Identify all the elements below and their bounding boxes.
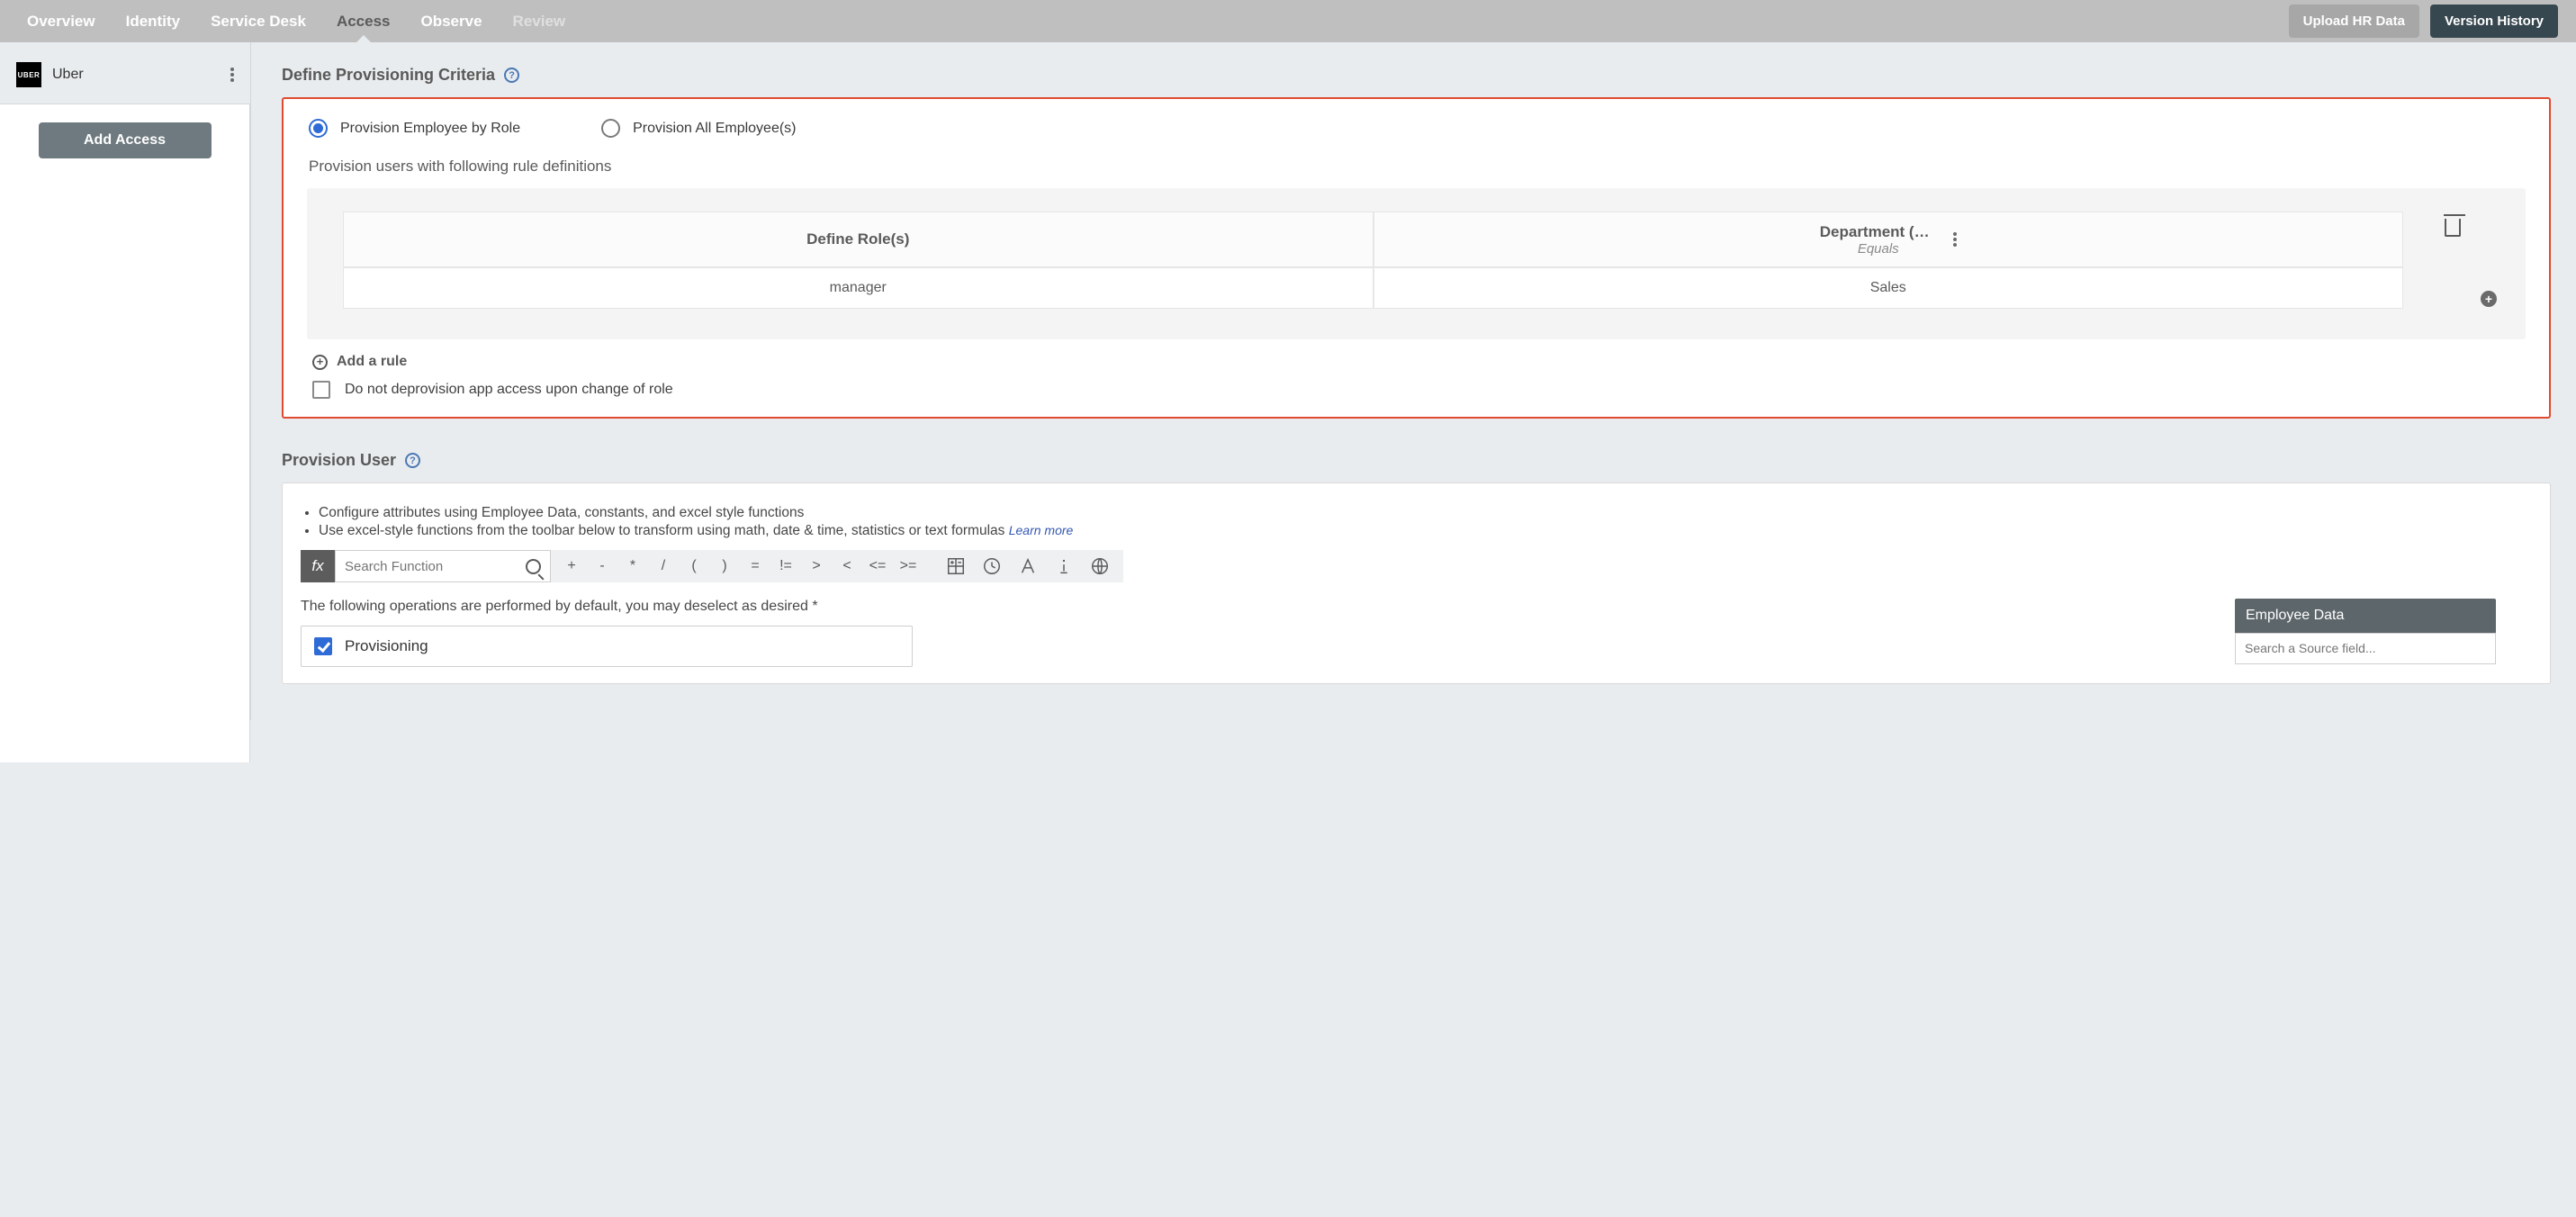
tab-review[interactable]: Review: [504, 2, 575, 41]
function-search[interactable]: [335, 550, 551, 582]
text-icon[interactable]: [1010, 550, 1046, 582]
globe-icon[interactable]: [1082, 550, 1118, 582]
add-column-icon[interactable]: +: [2481, 291, 2497, 307]
criteria-panel: Provision Employee by Role Provision All…: [282, 97, 2551, 419]
op-lparen[interactable]: (: [679, 550, 709, 582]
operations-description: The following operations are performed b…: [301, 599, 2532, 615]
bullet-2: Use excel-style functions from the toolb…: [319, 523, 2532, 539]
employee-data-search[interactable]: [2235, 633, 2496, 664]
role-value-cell[interactable]: manager: [343, 267, 1374, 309]
radio-all-employees-label: Provision All Employee(s): [633, 121, 796, 137]
top-buttons: Upload HR Data Version History: [2289, 5, 2558, 38]
tab-overview[interactable]: Overview: [18, 2, 104, 41]
function-toolbar: fx + - * / ( ) = != >: [301, 550, 2532, 582]
add-rule-label: Add a rule: [337, 354, 407, 370]
org-block: UBER Uber: [0, 62, 250, 104]
provisioning-label: Provisioning: [345, 637, 428, 655]
employee-data-search-input[interactable]: [2245, 641, 2486, 655]
delete-rule-icon[interactable]: [2445, 219, 2461, 237]
op-neq[interactable]: !=: [770, 550, 801, 582]
add-rule-plus-icon: +: [312, 355, 328, 370]
rule-col-roles: Define Role(s) manager: [343, 212, 1374, 309]
department-value-cell[interactable]: Sales: [1374, 267, 2404, 309]
no-deprovision-label: Do not deprovision app access upon chang…: [345, 382, 673, 398]
criteria-heading: Define Provisioning Criteria ?: [282, 66, 2551, 85]
no-deprovision-checkbox[interactable]: [312, 381, 330, 399]
upload-hr-data-button[interactable]: Upload HR Data: [2289, 5, 2419, 38]
radio-all-employees[interactable]: Provision All Employee(s): [601, 119, 796, 138]
criteria-heading-text: Define Provisioning Criteria: [282, 66, 495, 85]
op-plus[interactable]: +: [556, 550, 587, 582]
op-minus[interactable]: -: [587, 550, 617, 582]
sidebar-body: Add Access: [0, 104, 250, 762]
rule-table: Define Role(s) manager Department (de… E…: [343, 212, 2403, 309]
learn-more-link[interactable]: Learn more: [1009, 523, 1074, 537]
calc-icon[interactable]: [938, 550, 974, 582]
radio-by-role[interactable]: Provision Employee by Role: [309, 119, 520, 138]
op-divide[interactable]: /: [648, 550, 679, 582]
employee-data-header: Employee Data: [2235, 599, 2496, 633]
provisioning-checkbox[interactable]: [314, 637, 332, 655]
provision-user-heading-text: Provision User: [282, 451, 396, 470]
sidebar: UBER Uber Add Access: [0, 42, 250, 720]
bullet-2-text: Use excel-style functions from the toolb…: [319, 523, 1004, 538]
version-history-button[interactable]: Version History: [2430, 5, 2558, 38]
rule-intro-text: Provision users with following rule defi…: [309, 158, 2531, 176]
top-nav-bar: Overview Identity Service Desk Access Ob…: [0, 0, 2576, 42]
radio-all-employees-icon: [601, 119, 620, 138]
op-eq[interactable]: =: [740, 550, 770, 582]
radio-by-role-icon: [309, 119, 328, 138]
tab-list: Overview Identity Service Desk Access Ob…: [18, 2, 574, 41]
org-more-icon[interactable]: [230, 68, 234, 82]
clock-icon[interactable]: [974, 550, 1010, 582]
add-access-button[interactable]: Add Access: [39, 122, 212, 158]
org-logo: UBER: [16, 62, 41, 87]
bullet-1: Configure attributes using Employee Data…: [319, 505, 2532, 521]
define-roles-header: Define Role(s): [343, 212, 1374, 267]
function-search-input[interactable]: [345, 559, 526, 574]
provision-mode-radios: Provision Employee by Role Provision All…: [309, 119, 2531, 138]
op-lt[interactable]: <: [832, 550, 862, 582]
department-header: Department (de… Equals: [1374, 212, 2404, 267]
provision-user-heading: Provision User ?: [282, 451, 2551, 470]
provision-user-help-icon[interactable]: ?: [405, 453, 420, 468]
info-icon[interactable]: [1046, 550, 1082, 582]
fx-badge: fx: [301, 550, 335, 582]
main-content: Define Provisioning Criteria ? Provision…: [250, 42, 2576, 720]
provisioning-row: Provisioning: [314, 637, 899, 655]
op-times[interactable]: *: [617, 550, 648, 582]
department-header-subtitle: Equals: [1858, 241, 1899, 257]
op-rparen[interactable]: ): [709, 550, 740, 582]
search-icon[interactable]: [526, 559, 541, 574]
rule-box: Define Role(s) manager Department (de… E…: [307, 188, 2526, 339]
tab-service-desk[interactable]: Service Desk: [202, 2, 315, 41]
rule-col-department: Department (de… Equals Sales: [1374, 212, 2404, 309]
no-deprovision-row: Do not deprovision app access upon chang…: [312, 381, 2526, 399]
op-lte[interactable]: <=: [862, 550, 893, 582]
rule-side-controls: +: [2403, 212, 2502, 309]
provision-user-bullets: Configure attributes using Employee Data…: [319, 505, 2532, 539]
department-header-title: Department (de…: [1820, 223, 1937, 241]
op-gt[interactable]: >: [801, 550, 832, 582]
radio-by-role-label: Provision Employee by Role: [340, 121, 520, 137]
org-name: Uber: [52, 67, 220, 83]
operator-bar: + - * / ( ) = != > < <= >=: [551, 550, 1123, 582]
department-column-menu-icon[interactable]: [1953, 232, 1957, 247]
define-roles-header-text: Define Role(s): [806, 230, 909, 248]
employee-data-panel: Employee Data: [2235, 599, 2496, 664]
tab-observe[interactable]: Observe: [412, 2, 491, 41]
provisioning-panel: Provisioning: [301, 626, 913, 667]
op-gte[interactable]: >=: [893, 550, 923, 582]
criteria-help-icon[interactable]: ?: [504, 68, 519, 83]
provision-user-panel: Configure attributes using Employee Data…: [282, 482, 2551, 684]
tab-access[interactable]: Access: [328, 2, 400, 41]
add-rule-button[interactable]: + Add a rule: [312, 354, 2526, 370]
tab-identity[interactable]: Identity: [117, 2, 189, 41]
